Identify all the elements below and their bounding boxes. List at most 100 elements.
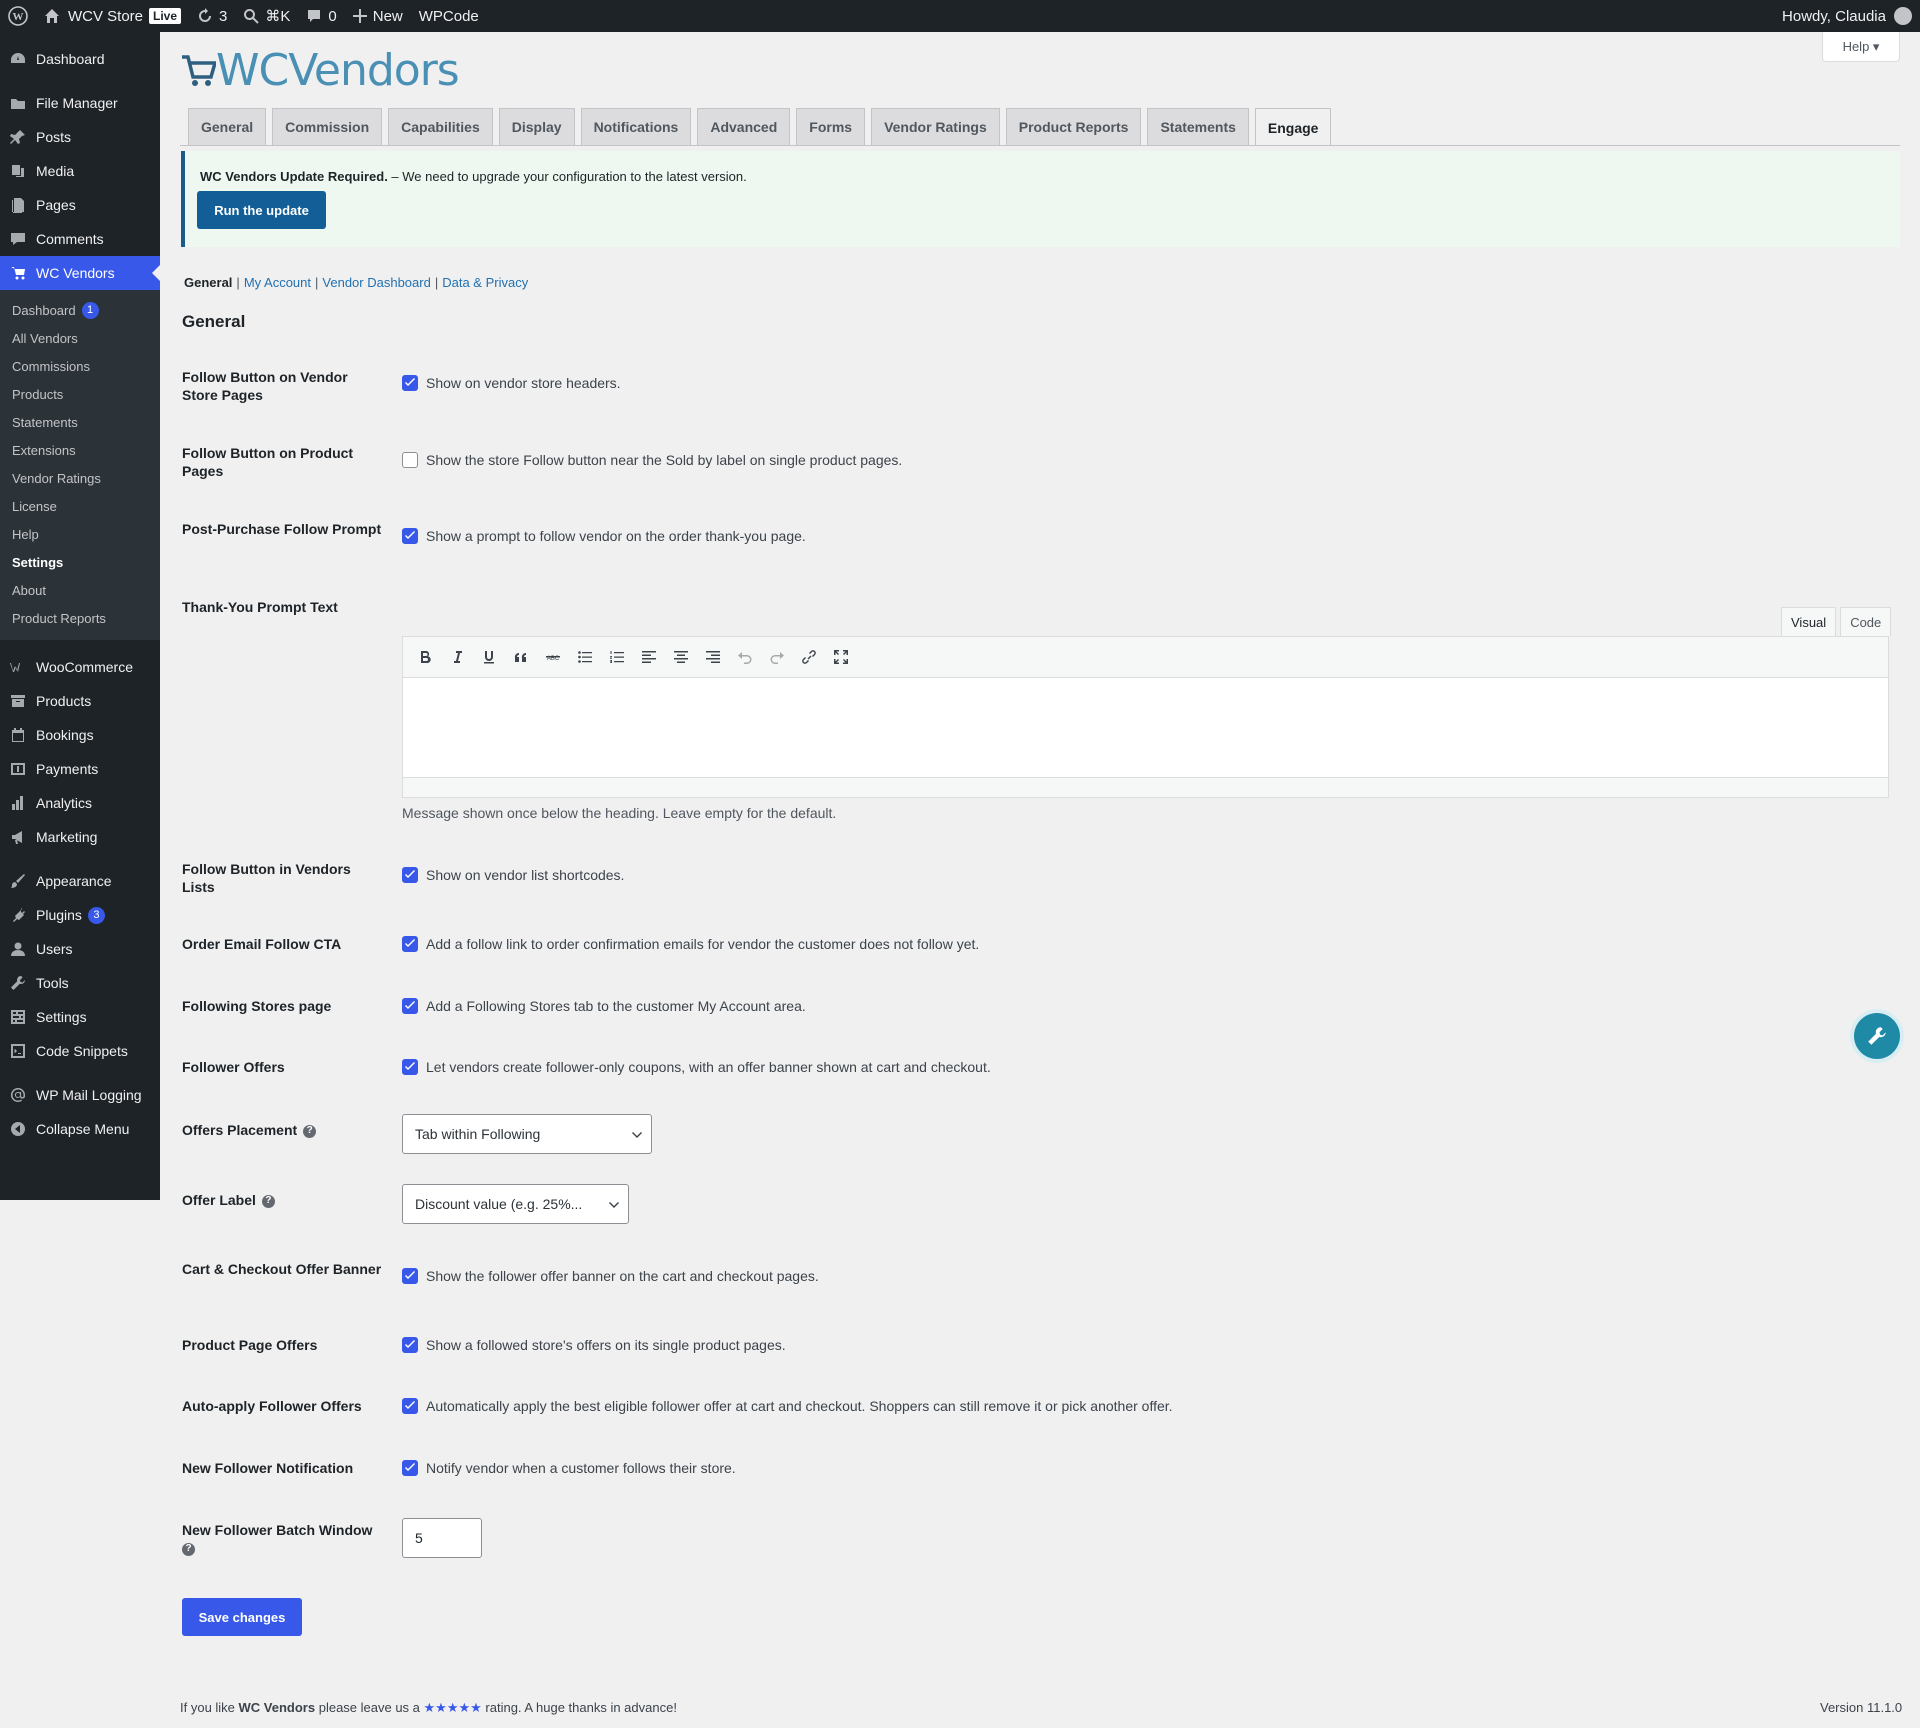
- offer-label-select[interactable]: Discount value (e.g. 25%...: [402, 1184, 629, 1224]
- fullscreen-icon[interactable]: [827, 643, 855, 671]
- submenu-product-reports[interactable]: Product Reports: [0, 604, 160, 632]
- new-content-link[interactable]: New: [345, 0, 411, 32]
- site-name-link[interactable]: WCV Store Live: [36, 0, 189, 32]
- menu-marketing[interactable]: Marketing: [0, 820, 160, 854]
- help-question-icon[interactable]: ?: [261, 1194, 275, 1208]
- numbered-list-icon[interactable]: [603, 643, 631, 671]
- tab-forms[interactable]: Forms: [796, 108, 866, 145]
- undo-icon[interactable]: [731, 643, 759, 671]
- menu-wc-vendors[interactable]: WC Vendors: [0, 256, 160, 290]
- comments-link[interactable]: 0: [298, 0, 344, 32]
- search-link[interactable]: ⌘K: [235, 0, 298, 32]
- submenu-about[interactable]: About: [0, 576, 160, 604]
- cart-banner-field[interactable]: Show the follower offer banner on the ca…: [402, 1268, 819, 1284]
- submenu-all-vendors[interactable]: All Vendors: [0, 324, 160, 352]
- auto-apply-field[interactable]: Automatically apply the best eligible fo…: [402, 1398, 1173, 1414]
- tab-product-reports[interactable]: Product Reports: [1005, 108, 1142, 145]
- menu-pages[interactable]: Pages: [0, 188, 160, 222]
- help-question-icon[interactable]: ?: [182, 1542, 195, 1556]
- menu-settings[interactable]: Settings: [0, 1000, 160, 1034]
- link-icon[interactable]: [795, 643, 823, 671]
- help-tab-button[interactable]: Help ▾: [1822, 32, 1900, 62]
- order-email-checkbox[interactable]: [402, 936, 418, 952]
- italic-icon[interactable]: [443, 643, 471, 671]
- order-email-field[interactable]: Add a follow link to order confirmation …: [402, 936, 979, 952]
- following-stores-checkbox[interactable]: [402, 998, 418, 1014]
- tab-display[interactable]: Display: [498, 108, 575, 145]
- floating-tools-button[interactable]: [1854, 1013, 1900, 1059]
- wpcode-link[interactable]: WPCode: [411, 0, 487, 32]
- align-right-icon[interactable]: [699, 643, 727, 671]
- menu-code-snippets[interactable]: Code Snippets: [0, 1034, 160, 1068]
- menu-comments[interactable]: Comments: [0, 222, 160, 256]
- menu-tools[interactable]: Tools: [0, 966, 160, 1000]
- tab-commission[interactable]: Commission: [272, 108, 383, 145]
- submenu-extensions[interactable]: Extensions: [0, 436, 160, 464]
- tab-vendor-ratings[interactable]: Vendor Ratings: [871, 108, 1000, 145]
- subnav-my-account[interactable]: My Account: [244, 275, 311, 290]
- menu-users[interactable]: Users: [0, 932, 160, 966]
- align-left-icon[interactable]: [635, 643, 663, 671]
- tab-statements[interactable]: Statements: [1147, 108, 1249, 145]
- menu-analytics[interactable]: Analytics: [0, 786, 160, 820]
- menu-wp-mail-logging[interactable]: WP Mail Logging: [0, 1078, 160, 1112]
- submenu-products[interactable]: Products: [0, 380, 160, 408]
- follower-offers-checkbox[interactable]: [402, 1059, 418, 1075]
- redo-icon[interactable]: [763, 643, 791, 671]
- subnav-vendor-dashboard[interactable]: Vendor Dashboard: [322, 275, 430, 290]
- editor-resize-bar[interactable]: [403, 777, 1888, 797]
- following-stores-field[interactable]: Add a Following Stores tab to the custom…: [402, 998, 806, 1014]
- bullet-list-icon[interactable]: [571, 643, 599, 671]
- follow-store-checkbox[interactable]: [402, 375, 418, 391]
- bold-icon[interactable]: [411, 643, 439, 671]
- vendors-lists-field[interactable]: Show on vendor list shortcodes.: [402, 867, 624, 883]
- follow-store-field[interactable]: Show on vendor store headers.: [402, 375, 621, 391]
- thankyou-editor[interactable]: ABC: [402, 636, 1889, 798]
- vendors-lists-checkbox[interactable]: [402, 867, 418, 883]
- menu-dashboard[interactable]: Dashboard: [0, 42, 160, 76]
- menu-collapse[interactable]: Collapse Menu: [0, 1112, 160, 1146]
- strikethrough-icon[interactable]: ABC: [539, 643, 567, 671]
- updates-link[interactable]: 3: [189, 0, 235, 32]
- menu-media[interactable]: Media: [0, 154, 160, 188]
- account-menu[interactable]: Howdy, Claudia: [1782, 7, 1920, 25]
- post-purchase-field[interactable]: Show a prompt to follow vendor on the or…: [402, 528, 806, 544]
- run-update-button[interactable]: Run the update: [197, 191, 326, 229]
- offers-placement-select[interactable]: Tab within Following: [402, 1114, 652, 1154]
- editor-tab-code[interactable]: Code: [1840, 607, 1892, 636]
- align-center-icon[interactable]: [667, 643, 695, 671]
- menu-woocommerce[interactable]: WooCommerce: [0, 650, 160, 684]
- menu-payments[interactable]: Payments: [0, 752, 160, 786]
- tab-general[interactable]: General: [188, 108, 267, 145]
- submenu-settings[interactable]: Settings: [0, 548, 160, 576]
- product-offers-field[interactable]: Show a followed store's offers on its si…: [402, 1337, 786, 1353]
- submenu-commissions[interactable]: Commissions: [0, 352, 160, 380]
- menu-plugins[interactable]: Plugins 3: [0, 898, 160, 932]
- menu-bookings[interactable]: Bookings: [0, 718, 160, 752]
- submenu-help[interactable]: Help: [0, 520, 160, 548]
- cart-banner-checkbox[interactable]: [402, 1268, 418, 1284]
- follower-offers-field[interactable]: Let vendors create follower-only coupons…: [402, 1059, 991, 1075]
- blockquote-icon[interactable]: [507, 643, 535, 671]
- submenu-vendor-ratings[interactable]: Vendor Ratings: [0, 464, 160, 492]
- new-follower-notify-field[interactable]: Notify vendor when a customer follows th…: [402, 1460, 736, 1476]
- menu-products[interactable]: Products: [0, 684, 160, 718]
- follow-product-field[interactable]: Show the store Follow button near the So…: [402, 452, 902, 468]
- underline-icon[interactable]: [475, 643, 503, 671]
- submenu-statements[interactable]: Statements: [0, 408, 160, 436]
- tab-engage[interactable]: Engage: [1254, 108, 1332, 146]
- menu-appearance[interactable]: Appearance: [0, 864, 160, 898]
- post-purchase-checkbox[interactable]: [402, 528, 418, 544]
- new-follower-notify-checkbox[interactable]: [402, 1460, 418, 1476]
- product-offers-checkbox[interactable]: [402, 1337, 418, 1353]
- batch-window-input[interactable]: 5: [402, 1518, 482, 1558]
- editor-tab-visual[interactable]: Visual: [1781, 607, 1837, 636]
- menu-posts[interactable]: Posts: [0, 120, 160, 154]
- rating-stars-link[interactable]: ★★★★★: [424, 1700, 482, 1715]
- subnav-data-privacy[interactable]: Data & Privacy: [442, 275, 528, 290]
- submenu-license[interactable]: License: [0, 492, 160, 520]
- tab-capabilities[interactable]: Capabilities: [388, 108, 493, 145]
- follow-product-checkbox[interactable]: [402, 452, 418, 468]
- auto-apply-checkbox[interactable]: [402, 1398, 418, 1414]
- tab-advanced[interactable]: Advanced: [697, 108, 791, 145]
